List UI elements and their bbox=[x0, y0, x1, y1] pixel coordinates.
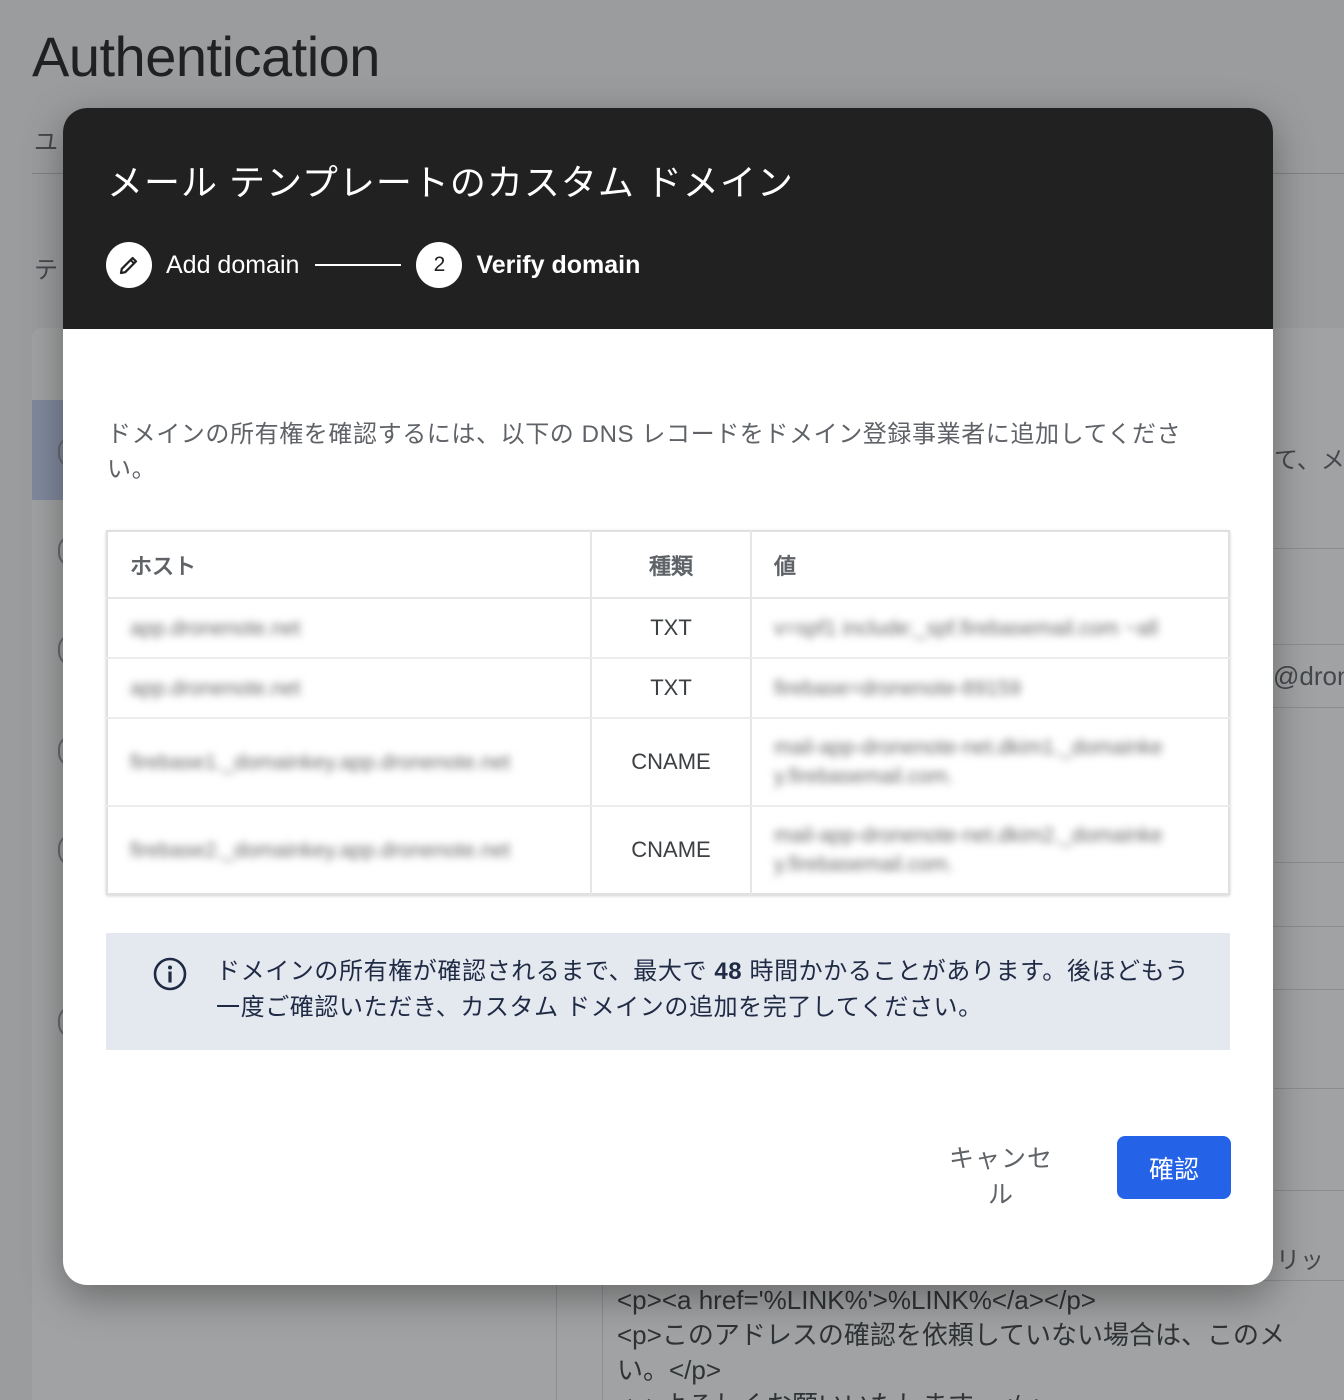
step-1-label: Add domain bbox=[166, 250, 300, 279]
dialog-title: メール テンプレートのカスタム ドメイン bbox=[107, 162, 794, 203]
value-cell: mail-app-dronenote-net.dkim1._domainkey.… bbox=[751, 718, 1229, 807]
pencil-icon bbox=[119, 256, 138, 275]
info-text-before: ドメインの所有権が確認されるまで、最大で bbox=[216, 958, 715, 985]
info-message: ドメインの所有権が確認されるまで、最大で 48 時間かかることがあります。後ほど… bbox=[216, 954, 1206, 1026]
confirm-button[interactable]: 確認 bbox=[1117, 1136, 1231, 1199]
info-hours: 48 bbox=[714, 958, 743, 985]
host-value[interactable]: firebase1._domainkey.app.dronenote.net bbox=[130, 751, 510, 774]
record-value[interactable]: mail-app-dronenote-net.dkim1._domainkey.… bbox=[774, 733, 1164, 791]
header-value: 値 bbox=[751, 531, 1229, 599]
record-value[interactable]: firebase=dronenote-89159 bbox=[774, 677, 1021, 700]
step-2-indicator: 2 bbox=[416, 242, 463, 288]
value-cell: mail-app-dronenote-net.dkim2._domainkey.… bbox=[751, 806, 1229, 894]
dialog-description: ドメインの所有権を確認するには、以下の DNS レコードをドメイン登録事業者に追… bbox=[107, 421, 1182, 483]
host-cell: firebase1._domainkey.app.dronenote.net bbox=[107, 718, 592, 807]
record-value[interactable]: v=spf1 include:_spf.firebasemail.com ~al… bbox=[774, 617, 1158, 640]
type-cell: TXT bbox=[591, 658, 752, 719]
custom-domain-dialog: メール テンプレートのカスタム ドメイン Add domain 2 Verify… bbox=[63, 108, 1273, 1285]
stepper: Add domain 2 Verify domain bbox=[106, 242, 640, 288]
step-2-label: Verify domain bbox=[476, 250, 641, 279]
table-row: firebase1._domainkey.app.dronenote.net C… bbox=[107, 718, 1229, 807]
host-value[interactable]: app.dronenote.net bbox=[130, 617, 300, 640]
header-type: 種類 bbox=[591, 531, 752, 599]
table-header-row: ホスト 種類 値 bbox=[107, 531, 1229, 599]
value-cell: v=spf1 include:_spf.firebasemail.com ~al… bbox=[751, 598, 1229, 659]
type-cell: TXT bbox=[591, 598, 752, 659]
host-value[interactable]: app.dronenote.net bbox=[130, 677, 300, 700]
step-connector bbox=[315, 264, 402, 266]
record-value[interactable]: mail-app-dronenote-net.dkim2._domainkey.… bbox=[774, 821, 1164, 879]
host-value[interactable]: firebase2._domainkey.app.dronenote.net bbox=[130, 839, 510, 862]
header-host: ホスト bbox=[107, 531, 592, 599]
host-cell: app.dronenote.net bbox=[107, 658, 592, 719]
step-1-indicator bbox=[106, 242, 152, 288]
host-cell: app.dronenote.net bbox=[107, 598, 592, 659]
type-cell: CNAME bbox=[591, 806, 752, 894]
cancel-button[interactable]: キャンセル bbox=[936, 1138, 1066, 1209]
info-icon bbox=[153, 957, 187, 991]
dns-records-table: ホスト 種類 値 app.dronenote.net TXT v=spf1 in… bbox=[106, 530, 1230, 895]
info-banner: ドメインの所有権が確認されるまで、最大で 48 時間かかることがあります。後ほど… bbox=[106, 933, 1230, 1050]
type-cell: CNAME bbox=[591, 718, 752, 807]
host-cell: firebase2._domainkey.app.dronenote.net bbox=[107, 806, 592, 894]
value-cell: firebase=dronenote-89159 bbox=[751, 658, 1229, 719]
table-row: app.dronenote.net TXT v=spf1 include:_sp… bbox=[107, 598, 1229, 659]
table-row: app.dronenote.net TXT firebase=dronenote… bbox=[107, 658, 1229, 719]
dialog-header: メール テンプレートのカスタム ドメイン Add domain 2 Verify… bbox=[63, 108, 1273, 329]
table-row: firebase2._domainkey.app.dronenote.net C… bbox=[107, 806, 1229, 894]
